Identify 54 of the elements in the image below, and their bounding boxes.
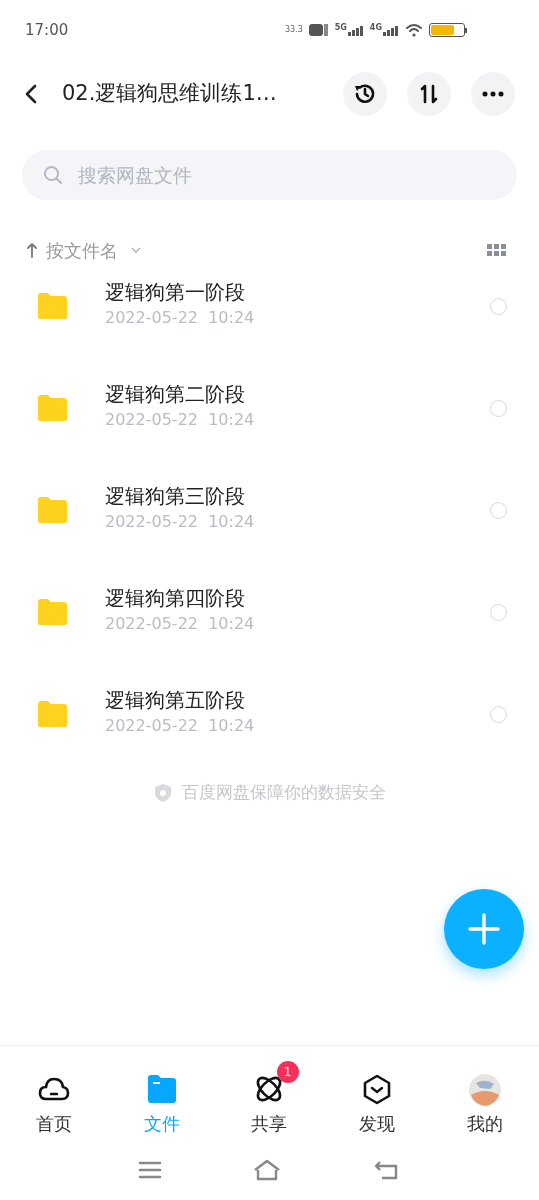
- sort-button[interactable]: [407, 72, 451, 116]
- folder-date: 2022-05-22 10:24: [105, 409, 256, 431]
- avatar-icon: [468, 1072, 503, 1107]
- folder-name: 逻辑狗第三阶段: [105, 483, 246, 510]
- nav-tab-label: 发现: [359, 1112, 396, 1135]
- folder-icon: [36, 292, 68, 320]
- folder-name: 逻辑狗第一阶段: [105, 279, 246, 306]
- folder-date: 2022-05-22 10:24: [105, 307, 256, 329]
- nav-tab-label: 文件: [143, 1112, 180, 1135]
- shield-icon: [153, 782, 172, 803]
- security-note: 百度网盘保障你的数据安全: [181, 781, 386, 804]
- nav-tab[interactable]: 发现: [323, 1058, 432, 1135]
- folder-date: 2022-05-22 10:24: [105, 511, 256, 533]
- add-button[interactable]: [444, 889, 524, 969]
- nav-tab-label: 首页: [35, 1112, 72, 1135]
- network-speed: 33.3: [284, 26, 303, 34]
- signal-icon: [383, 24, 399, 36]
- folder-row[interactable]: 逻辑狗第三阶段 2022-05-22 10:24: [0, 472, 539, 574]
- nav-tab[interactable]: 共享 1: [215, 1058, 324, 1135]
- wifi-icon: [405, 23, 423, 37]
- folder-name: 逻辑狗第二阶段: [105, 381, 246, 408]
- folder-date: 2022-05-22 10:24: [105, 613, 256, 635]
- menu-icon[interactable]: [137, 1160, 162, 1180]
- folder-icon: [36, 496, 68, 524]
- signal-icon: [347, 24, 364, 36]
- battery-icon: [429, 23, 467, 37]
- folder-row[interactable]: 逻辑狗第二阶段 2022-05-22 10:24: [0, 370, 539, 472]
- nav-tab[interactable]: 我的: [431, 1058, 539, 1135]
- up-arrow-icon: [26, 242, 38, 258]
- search-field[interactable]: 搜索网盘文件: [22, 150, 517, 200]
- more-button[interactable]: [471, 72, 515, 116]
- folder-icon: [36, 598, 68, 626]
- folder-icon: [36, 394, 68, 422]
- folder-row[interactable]: 逻辑狗第一阶段 2022-05-22 10:24: [0, 268, 539, 370]
- folder-name: 逻辑狗第五阶段: [105, 687, 246, 714]
- plus-icon: [468, 913, 500, 945]
- search-icon: [43, 165, 63, 185]
- network-label: 4G: [369, 24, 382, 32]
- grid-view-icon[interactable]: [487, 244, 507, 256]
- nav-tab-label: 共享: [251, 1112, 288, 1135]
- network-label: 5G: [334, 24, 347, 32]
- more-icon: [482, 91, 504, 97]
- folder-date: 2022-05-22 10:24: [105, 715, 256, 737]
- folder-title: 02.逻辑狗思维训练1…: [62, 80, 278, 108]
- notification-badge: 1: [276, 1060, 299, 1083]
- chevron-down-icon: [130, 246, 142, 254]
- status-time: 17:00: [25, 19, 69, 41]
- folder-row[interactable]: 逻辑狗第四阶段 2022-05-22 10:24: [0, 574, 539, 676]
- nav-tab[interactable]: 首页: [0, 1058, 108, 1135]
- nav-tab-label: 我的: [467, 1112, 504, 1135]
- folder-icon: [36, 700, 68, 728]
- history-button[interactable]: [343, 72, 387, 116]
- folder-row[interactable]: 逻辑狗第五阶段 2022-05-22 10:24: [0, 676, 539, 778]
- folder-name: 逻辑狗第四阶段: [105, 585, 246, 612]
